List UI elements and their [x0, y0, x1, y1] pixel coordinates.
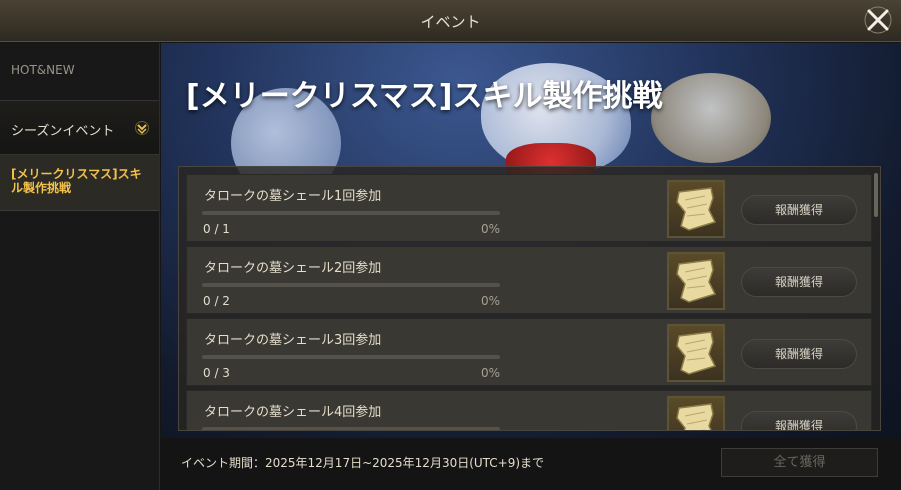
- mission-row: タロークの墓シェール3回参加 0 / 3 0% 報酬獲得: [186, 318, 872, 386]
- mission-title: タロークの墓シェール3回参加: [204, 333, 382, 348]
- close-icon: [864, 6, 892, 34]
- claim-all-button[interactable]: 全て獲得: [721, 448, 878, 477]
- title-bar: イベント: [0, 0, 901, 42]
- progress-bar: [202, 283, 500, 287]
- mission-title: タロークの墓シェール1回参加: [204, 189, 382, 204]
- progress-bar: [202, 355, 500, 359]
- mission-count: 0 / 2: [203, 294, 230, 308]
- mission-percent: 0%: [480, 294, 500, 308]
- event-content: [メリークリスマス]スキル製作挑戦 タロークの墓シェール1回参加 0 / 1 0…: [161, 43, 901, 490]
- mission-percent: 0%: [480, 222, 500, 236]
- claim-reward-button[interactable]: 報酬獲得: [741, 267, 857, 297]
- progress-bar: [202, 427, 500, 430]
- claim-reward-button[interactable]: 報酬獲得: [741, 411, 857, 430]
- sidebar-item-season-event[interactable]: シーズンイベント: [0, 101, 159, 155]
- claim-reward-button[interactable]: 報酬獲得: [741, 339, 857, 369]
- mission-title: タロークの墓シェール4回参加: [204, 405, 382, 420]
- mission-row: タロークの墓シェール4回参加 報酬獲得: [186, 390, 872, 430]
- progress-bar: [202, 211, 500, 215]
- claim-reward-button[interactable]: 報酬獲得: [741, 195, 857, 225]
- scroll-icon: [676, 187, 717, 231]
- scroll-icon: [676, 259, 717, 303]
- event-banner: [メリークリスマス]スキル製作挑戦 タロークの墓シェール1回参加 0 / 1 0…: [161, 43, 901, 438]
- reward-item[interactable]: [667, 180, 725, 238]
- mission-percent: 0%: [480, 366, 500, 380]
- event-window: イベント HOT&NEW シーズンイベント [メリークリスマス]スキル製作挑戦: [0, 0, 901, 490]
- reward-item[interactable]: [667, 324, 725, 382]
- close-button[interactable]: [863, 5, 893, 35]
- mission-list[interactable]: タロークの墓シェール1回参加 0 / 1 0% 報酬獲得 タロークの墓シェール2…: [178, 166, 881, 431]
- scroll-icon: [676, 331, 717, 375]
- reward-item[interactable]: [667, 252, 725, 310]
- scroll-icon: [676, 403, 714, 430]
- sidebar-item-christmas-event[interactable]: [メリークリスマス]スキル製作挑戦: [0, 155, 159, 211]
- sidebar: HOT&NEW シーズンイベント [メリークリスマス]スキル製作挑戦: [0, 43, 160, 490]
- chevron-down-icon: [135, 121, 149, 135]
- event-title: [メリークリスマス]スキル製作挑戦: [186, 79, 663, 114]
- scrollbar[interactable]: [874, 173, 878, 217]
- mission-count: 0 / 1: [203, 222, 230, 236]
- window-title: イベント: [420, 13, 481, 31]
- mission-row: タロークの墓シェール1回参加 0 / 1 0% 報酬獲得: [186, 174, 872, 242]
- sidebar-item-label: シーズンイベント: [11, 124, 115, 139]
- reward-item[interactable]: [667, 396, 725, 430]
- event-period: イベント期間：2025年12月17日~2025年12月30日(UTC+9)まで: [181, 456, 545, 470]
- mission-count: 0 / 3: [203, 366, 230, 380]
- mission-row: タロークの墓シェール2回参加 0 / 2 0% 報酬獲得: [186, 246, 872, 314]
- sidebar-item-hot-new[interactable]: HOT&NEW: [0, 43, 159, 101]
- banner-character: [651, 73, 771, 163]
- mission-title: タロークの墓シェール2回参加: [204, 261, 382, 276]
